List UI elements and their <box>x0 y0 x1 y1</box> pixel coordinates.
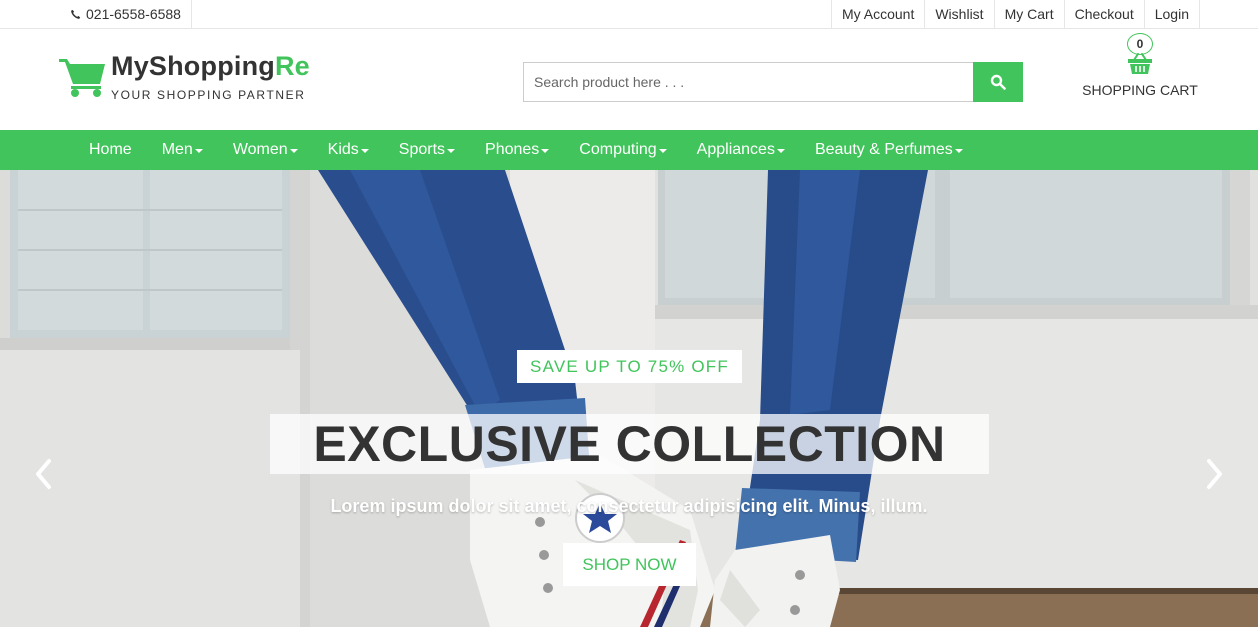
hero-subtitle: Lorem ipsum dolor sit amet, consectetur … <box>330 496 928 516</box>
logo-title-accent: Re <box>274 51 310 81</box>
search-icon <box>990 74 1006 90</box>
nav-item-label: Computing <box>579 141 657 158</box>
wishlist-link[interactable]: Wishlist <box>924 0 993 28</box>
basket-icon <box>1128 53 1152 74</box>
caret-down-icon <box>954 149 963 153</box>
my-account-link[interactable]: My Account <box>830 0 924 28</box>
caret-down-icon <box>194 149 203 153</box>
logo-title[interactable]: MyShoppingRe <box>111 51 310 82</box>
nav-item-appliances[interactable]: Appliances <box>682 130 800 170</box>
search-bar <box>523 62 1023 102</box>
site-header: MyShoppingRe YOUR SHOPPING PARTNER 0 SHO… <box>0 29 1258 130</box>
cart-label: SHOPPING CART <box>1082 82 1198 98</box>
nav-item-beauty-perfumes[interactable]: Beauty & Perfumes <box>800 130 978 170</box>
search-button[interactable] <box>973 62 1023 102</box>
top-bar: 021-6558-6588 My Account Wishlist My Car… <box>0 0 1258 29</box>
hero-badge: SAVE UP TO 75% OFF <box>517 350 742 383</box>
top-links: My Account Wishlist My Cart Checkout Log… <box>830 0 1200 28</box>
chevron-left-icon[interactable] <box>31 457 55 491</box>
nav-item-label: Beauty & Perfumes <box>814 141 953 158</box>
caret-down-icon <box>289 149 298 153</box>
nav-item-kids[interactable]: Kids <box>313 130 384 170</box>
nav-item-label: Appliances <box>696 141 775 158</box>
shopping-cart-icon[interactable] <box>59 56 107 98</box>
nav-item-women[interactable]: Women <box>218 130 313 170</box>
hero-slider: SAVE UP TO 75% OFF EXCLUSIVE COLLECTION … <box>0 170 1258 627</box>
nav-item-label: Home <box>89 141 132 158</box>
shopping-cart[interactable]: 0 SHOPPING CART <box>1078 33 1202 103</box>
nav-item-label: Men <box>161 141 193 158</box>
logo-tagline: YOUR SHOPPING PARTNER <box>111 88 306 102</box>
shop-now-button[interactable]: SHOP NOW <box>563 543 696 586</box>
nav-item-home[interactable]: Home <box>74 130 147 170</box>
nav-item-label: Phones <box>485 141 540 158</box>
phone-contact: 021-6558-6588 <box>60 0 192 28</box>
nav-item-phones[interactable]: Phones <box>470 130 564 170</box>
nav-list: Home Men Women Kids Sports Phones Computing App… <box>0 130 1258 170</box>
caret-down-icon <box>658 149 667 153</box>
hero-title: EXCLUSIVE COLLECTION <box>270 414 989 474</box>
caret-down-icon <box>776 149 785 153</box>
caret-down-icon <box>541 149 550 153</box>
phone-icon <box>71 9 81 19</box>
nav-item-sports[interactable]: Sports <box>384 130 470 170</box>
nav-item-computing[interactable]: Computing <box>564 130 681 170</box>
nav-item-men[interactable]: Men <box>147 130 218 170</box>
checkout-link[interactable]: Checkout <box>1063 0 1144 28</box>
nav-item-label: Women <box>232 141 288 158</box>
chevron-right-icon[interactable] <box>1203 457 1227 491</box>
caret-down-icon <box>447 149 456 153</box>
login-link[interactable]: Login <box>1143 0 1200 28</box>
main-nav: Home Men Women Kids Sports Phones Computing App… <box>0 130 1258 170</box>
my-cart-link[interactable]: My Cart <box>993 0 1064 28</box>
caret-down-icon <box>360 149 369 153</box>
phone-number: 021-6558-6588 <box>86 6 181 22</box>
cart-count-badge: 0 <box>1127 33 1153 55</box>
nav-item-label: Sports <box>398 141 446 158</box>
search-input[interactable] <box>523 62 973 102</box>
logo-title-main: MyShopping <box>111 51 275 81</box>
nav-item-label: Kids <box>327 141 359 158</box>
